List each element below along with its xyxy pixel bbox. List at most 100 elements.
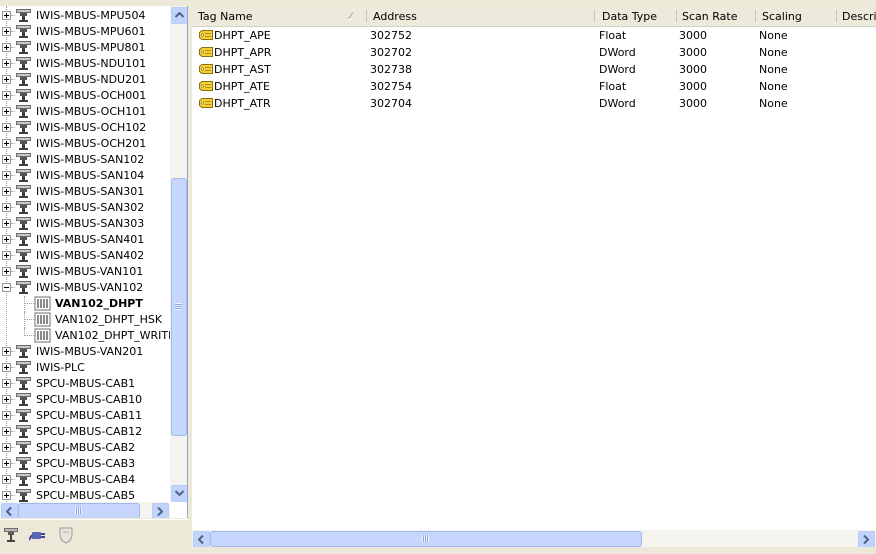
tree-item-device[interactable]: SPCU-MBUS-CAB3 — [0, 456, 170, 472]
tree-item-device[interactable]: IWIS-MBUS-OCH102 — [0, 120, 170, 136]
expand-icon[interactable] — [2, 251, 11, 260]
tag-list-horizontal-scrollbar[interactable] — [192, 530, 876, 547]
expand-icon[interactable] — [2, 427, 11, 436]
tree-item-device[interactable]: IWIS-MBUS-MPU801 — [0, 40, 170, 56]
column-header-scan-rate[interactable]: Scan Rate — [676, 6, 756, 26]
tree-item-device[interactable]: IWIS-MBUS-OCH001 — [0, 88, 170, 104]
expand-icon[interactable] — [2, 459, 11, 468]
address-cell: 302702 — [370, 46, 412, 59]
tree-item-device[interactable]: IWIS-MBUS-SAN401 — [0, 232, 170, 248]
tag-row[interactable]: DHPT_ATR 302704 DWord 3000 None — [192, 95, 876, 112]
plug-icon[interactable] — [28, 526, 47, 544]
tree-item-device[interactable]: IWIS-MBUS-MPU601 — [0, 24, 170, 40]
tree-item-device[interactable]: IWIS-MBUS-NDU201 — [0, 72, 170, 88]
tree-item-device[interactable]: IWIS-MBUS-MPU504 — [0, 8, 170, 24]
tag-row[interactable]: DHPT_APE 302752 Float 3000 None — [192, 27, 876, 44]
device-icon — [15, 248, 33, 263]
expand-icon[interactable] — [2, 411, 11, 420]
tree-scroll-thumb[interactable] — [171, 178, 187, 436]
scaling-cell: None — [759, 80, 788, 93]
shield-icon[interactable] — [57, 526, 75, 544]
expand-icon[interactable] — [2, 107, 11, 116]
tree-item-device[interactable]: IWIS-MBUS-VAN201 — [0, 344, 170, 360]
expand-icon[interactable] — [2, 267, 11, 276]
expand-icon[interactable] — [2, 123, 11, 132]
tree-item-device[interactable]: SPCU-MBUS-CAB4 — [0, 472, 170, 488]
tree-item-label: IWIS-MBUS-OCH201 — [36, 137, 147, 150]
expand-icon[interactable] — [2, 395, 11, 404]
tree-item-device[interactable]: IWIS-PLC — [0, 360, 170, 376]
tree-item-tag-group[interactable]: VAN102_DHPT_HSK — [0, 312, 170, 328]
tree-item-device[interactable]: SPCU-MBUS-CAB2 — [0, 440, 170, 456]
tag-list-hscroll-thumb[interactable] — [210, 531, 642, 547]
tag-row[interactable]: DHPT_AST 302738 DWord 3000 None — [192, 61, 876, 78]
column-header-tag-name[interactable]: Tag Name — [192, 6, 367, 26]
tree-item-label: SPCU-MBUS-CAB3 — [36, 457, 136, 470]
tree-item-device[interactable]: IWIS-MBUS-VAN102 — [0, 280, 170, 296]
tree-item-device[interactable]: IWIS-MBUS-SAN402 — [0, 248, 170, 264]
expand-icon[interactable] — [2, 139, 11, 148]
tree-item-device[interactable]: IWIS-MBUS-VAN101 — [0, 264, 170, 280]
device-icon — [15, 168, 33, 183]
expand-icon[interactable] — [2, 203, 11, 212]
tree-item-device[interactable]: IWIS-MBUS-OCH101 — [0, 104, 170, 120]
tree-item-device[interactable]: SPCU-MBUS-CAB12 — [0, 424, 170, 440]
scroll-left-button[interactable] — [1, 503, 18, 518]
device-tree-icon[interactable] — [3, 526, 21, 544]
tree-horizontal-scrollbar[interactable] — [0, 502, 170, 518]
column-header-description[interactable]: Description — [836, 6, 876, 26]
column-header-data-type[interactable]: Data Type — [596, 6, 677, 26]
view-tabs — [0, 519, 188, 554]
expand-icon[interactable] — [2, 379, 11, 388]
scroll-right-button[interactable] — [152, 503, 169, 518]
expand-icon[interactable] — [2, 235, 11, 244]
expand-icon[interactable] — [2, 363, 11, 372]
tree-item-device[interactable]: SPCU-MBUS-CAB5 — [0, 488, 170, 502]
scroll-down-button[interactable] — [171, 485, 187, 502]
tree-item-device[interactable]: IWIS-MBUS-SAN301 — [0, 184, 170, 200]
device-icon — [15, 8, 33, 23]
expand-icon[interactable] — [2, 219, 11, 228]
expand-icon[interactable] — [2, 475, 11, 484]
tag-name-cell: DHPT_ATR — [214, 97, 271, 110]
scroll-up-button[interactable] — [171, 7, 187, 24]
collapse-icon[interactable] — [2, 283, 11, 292]
scroll-left-button[interactable] — [193, 531, 210, 547]
tree-item-tag-group[interactable]: VAN102_DHPT_WRITE — [0, 328, 170, 344]
tree-item-device[interactable]: IWIS-MBUS-SAN303 — [0, 216, 170, 232]
expand-icon[interactable] — [2, 75, 11, 84]
expand-icon[interactable] — [2, 91, 11, 100]
tree-item-device[interactable]: IWIS-MBUS-OCH201 — [0, 136, 170, 152]
column-header-scaling[interactable]: Scaling — [756, 6, 837, 26]
expand-icon[interactable] — [2, 11, 11, 20]
tree-item-label: IWIS-MBUS-OCH001 — [36, 89, 147, 102]
tree-vertical-scrollbar[interactable] — [170, 6, 187, 502]
expand-icon[interactable] — [2, 187, 11, 196]
expand-icon[interactable] — [2, 43, 11, 52]
expand-icon[interactable] — [2, 347, 11, 356]
tag-row[interactable]: DHPT_APR 302702 DWord 3000 None — [192, 44, 876, 61]
scan-rate-cell: 3000 — [679, 80, 707, 93]
expand-icon[interactable] — [2, 27, 11, 36]
tree-hscroll-thumb[interactable] — [18, 503, 140, 518]
expand-icon[interactable] — [2, 59, 11, 68]
scaling-cell: None — [759, 29, 788, 42]
tree-item-device[interactable]: IWIS-MBUS-SAN104 — [0, 168, 170, 184]
tree-item-device[interactable]: SPCU-MBUS-CAB11 — [0, 408, 170, 424]
column-header-address[interactable]: Address — [367, 6, 595, 26]
expand-icon[interactable] — [2, 155, 11, 164]
expand-icon[interactable] — [2, 491, 11, 500]
expand-icon[interactable] — [2, 171, 11, 180]
tag-icon — [199, 81, 213, 91]
tree-item-device[interactable]: SPCU-MBUS-CAB1 — [0, 376, 170, 392]
tree-item-tag-group[interactable]: VAN102_DHPT — [0, 296, 170, 312]
tree-item-label: SPCU-MBUS-CAB1 — [36, 377, 136, 390]
device-icon — [15, 200, 33, 215]
scroll-right-button[interactable] — [858, 531, 875, 547]
tree-item-device[interactable]: IWIS-MBUS-SAN302 — [0, 200, 170, 216]
tree-item-device[interactable]: SPCU-MBUS-CAB10 — [0, 392, 170, 408]
tag-row[interactable]: DHPT_ATE 302754 Float 3000 None — [192, 78, 876, 95]
expand-icon[interactable] — [2, 443, 11, 452]
tree-item-device[interactable]: IWIS-MBUS-SAN102 — [0, 152, 170, 168]
tree-item-device[interactable]: IWIS-MBUS-NDU101 — [0, 56, 170, 72]
